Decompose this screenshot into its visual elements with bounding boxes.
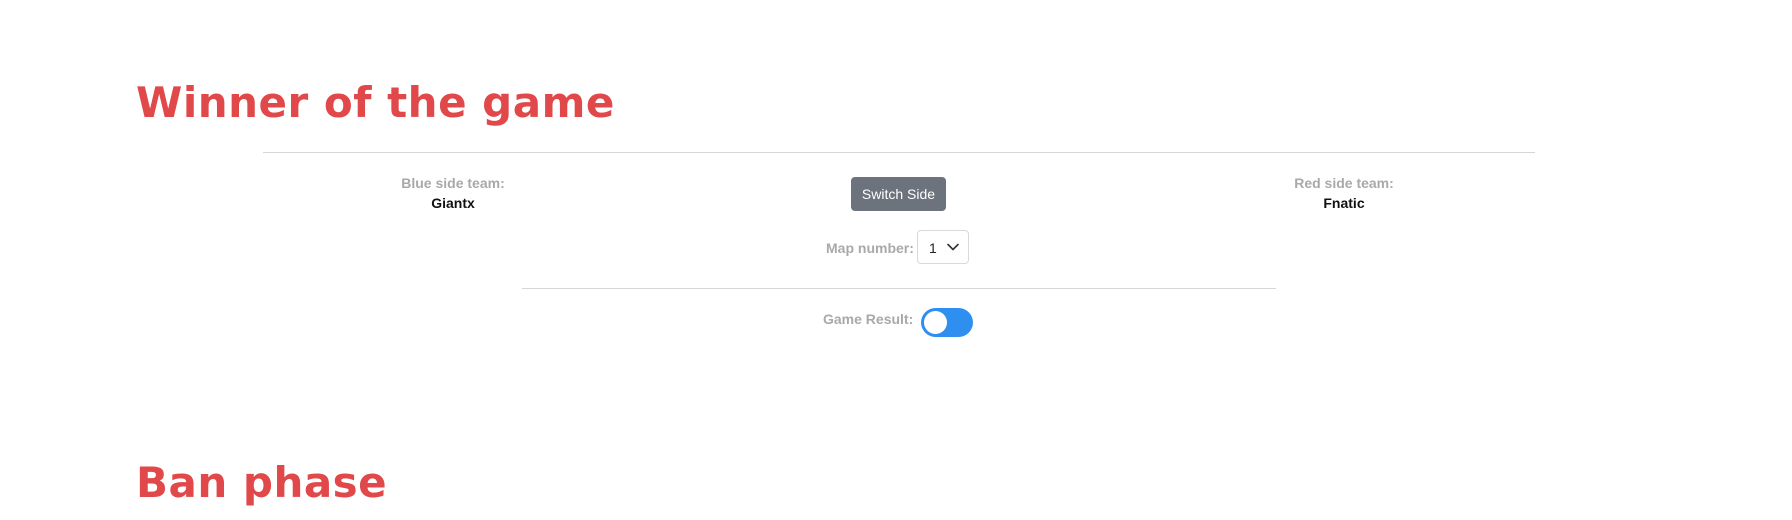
map-number-select[interactable]: 1 [917,230,969,264]
map-number-value: 1 [929,240,937,256]
game-result-toggle[interactable] [921,308,973,337]
blue-side-team: Blue side team: Giantx [353,175,553,211]
section-title-ban-phase: Ban phase [136,458,388,507]
map-number-row: Map number: 1 [780,230,970,266]
page: Winner of the game Blue side team: Giant… [0,0,1792,520]
chevron-down-icon [947,243,959,251]
divider-top [263,152,1535,153]
blue-side-team-name: Giantx [431,195,475,211]
game-result-label: Game Result: [823,311,914,327]
toggle-knob [924,311,947,334]
red-side-team: Red side team: Fnatic [1244,175,1444,211]
red-side-team-name: Fnatic [1323,195,1365,211]
switch-side-button[interactable]: Switch Side [851,177,946,211]
map-number-label: Map number: [826,240,914,256]
section-title-winner: Winner of the game [136,78,615,127]
game-result-row: Game Result: [780,308,980,342]
red-side-team-label: Red side team: [1294,175,1394,191]
divider-middle [522,288,1276,289]
blue-side-team-label: Blue side team: [401,175,505,191]
